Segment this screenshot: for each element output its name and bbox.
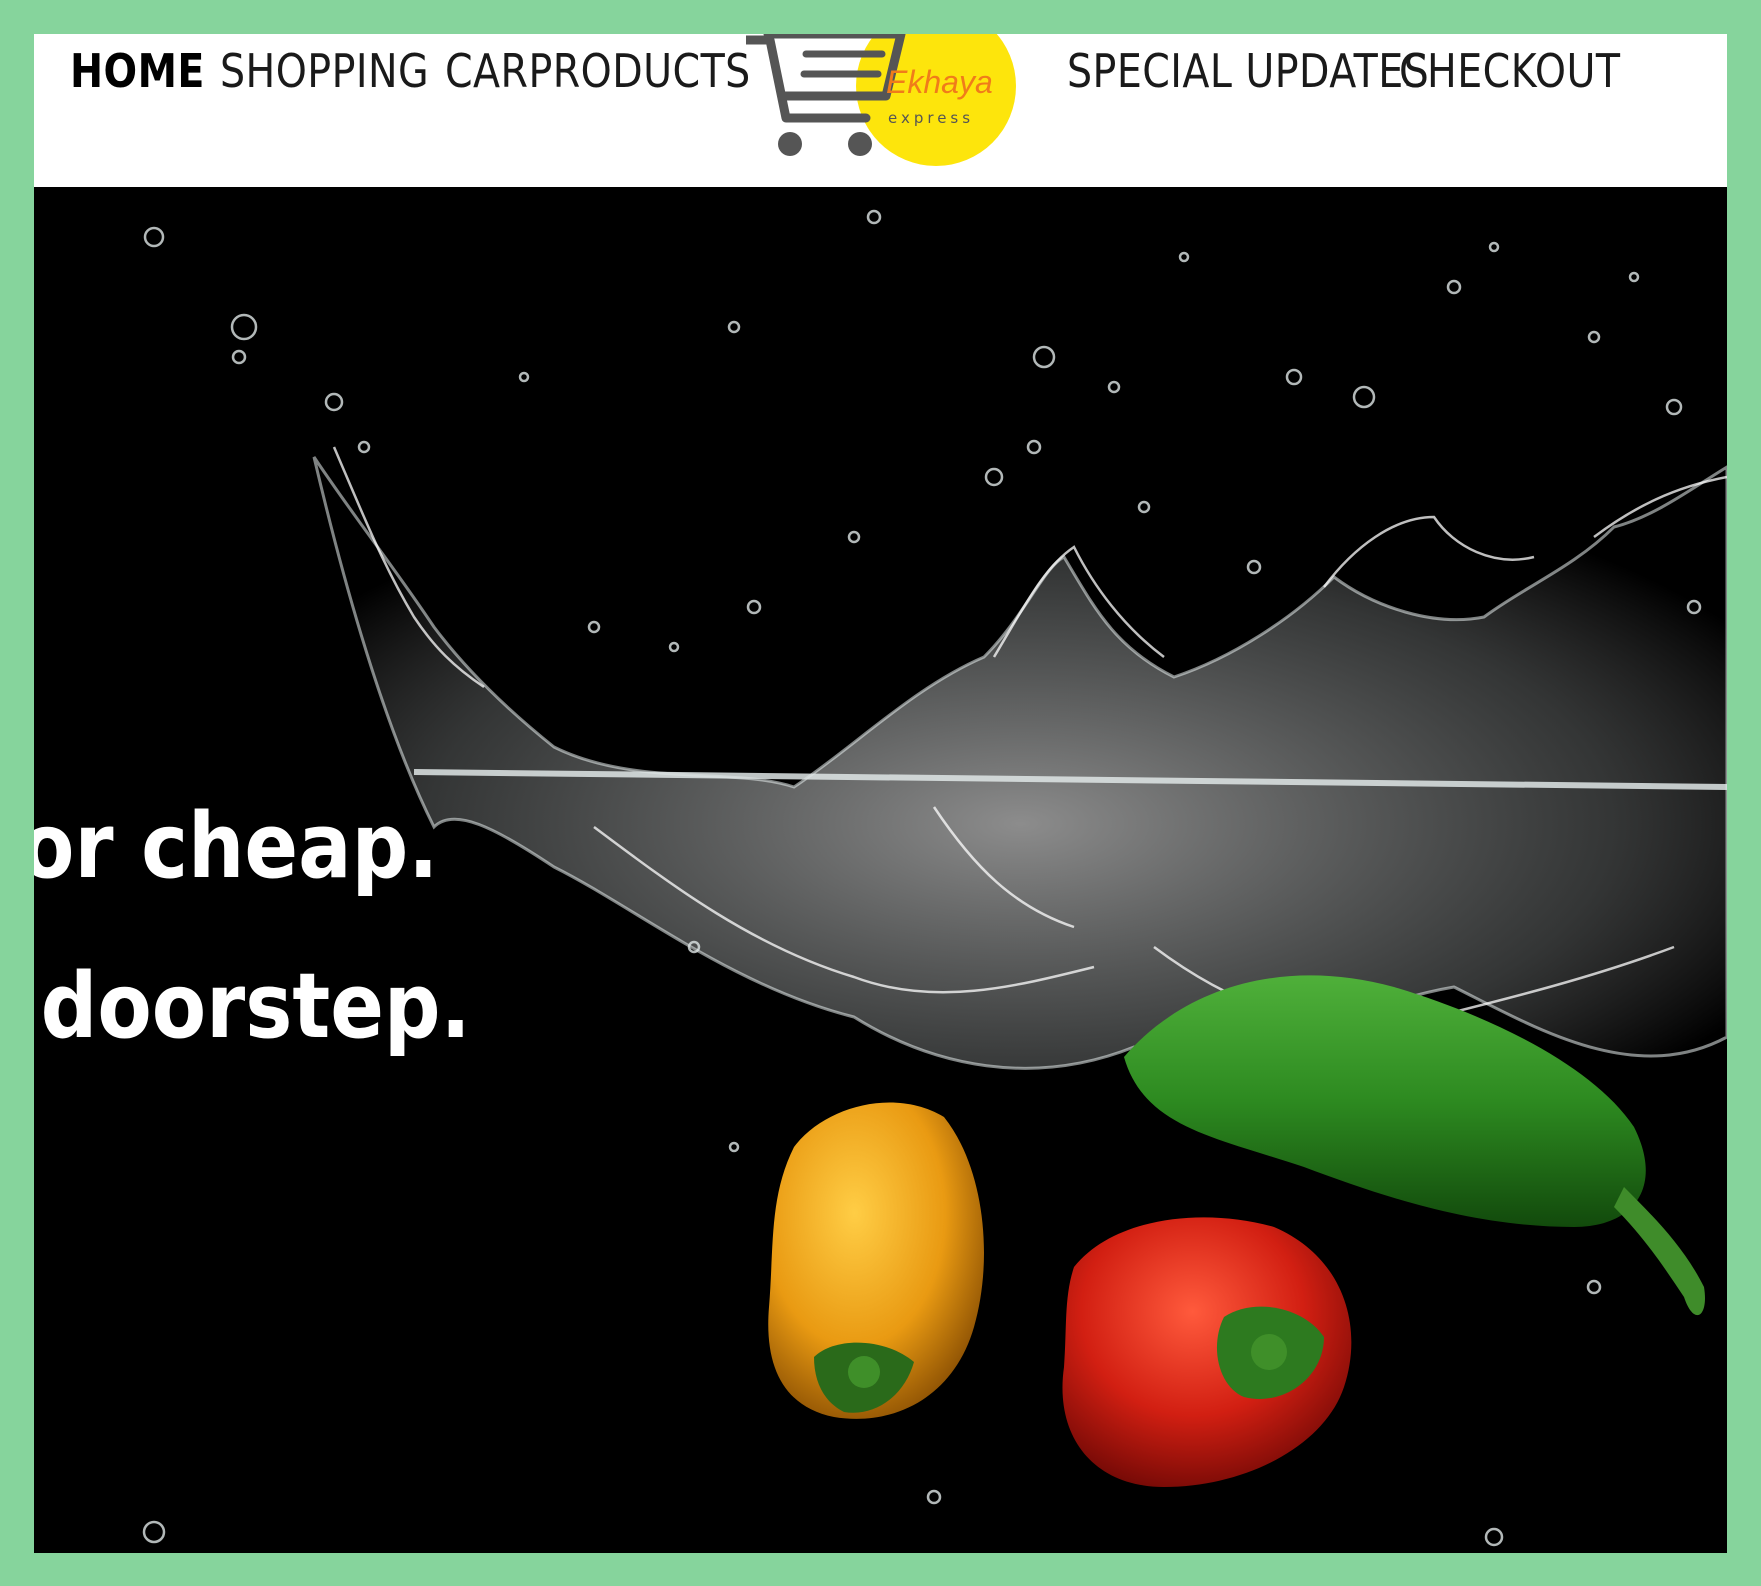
logo-graphic: Ekhaya express — [741, 34, 1016, 166]
nav-checkout-link[interactable]: CHECKOUT — [1399, 36, 1620, 106]
hero-headline-line-1: or cheap. — [34, 794, 438, 899]
nav-shopping-link[interactable]: SHOPPING — [220, 36, 429, 106]
cart-wheel-left — [778, 132, 802, 156]
page-frame: HOME SHOPPING CARPRODUCTS Ekhaya express… — [34, 34, 1727, 1553]
hero-headline-line-2: doorstep. — [40, 954, 471, 1059]
logo-name-text: Ekhaya — [886, 64, 993, 100]
ekhaya-express-logo[interactable]: Ekhaya express — [741, 34, 1056, 187]
nav-carproducts-link[interactable]: CARPRODUCTS — [445, 36, 751, 106]
yellow-bell-pepper — [768, 1102, 984, 1419]
logo-tagline-text: express — [888, 109, 974, 127]
hero-banner: or cheap. doorstep. — [34, 187, 1727, 1553]
cart-wheel-right — [848, 132, 872, 156]
top-navbar: HOME SHOPPING CARPRODUCTS Ekhaya express… — [34, 34, 1727, 187]
nav-special-updates-link[interactable]: SPECIAL UPDATES — [1067, 36, 1429, 106]
nav-home-link[interactable]: HOME — [70, 36, 205, 106]
